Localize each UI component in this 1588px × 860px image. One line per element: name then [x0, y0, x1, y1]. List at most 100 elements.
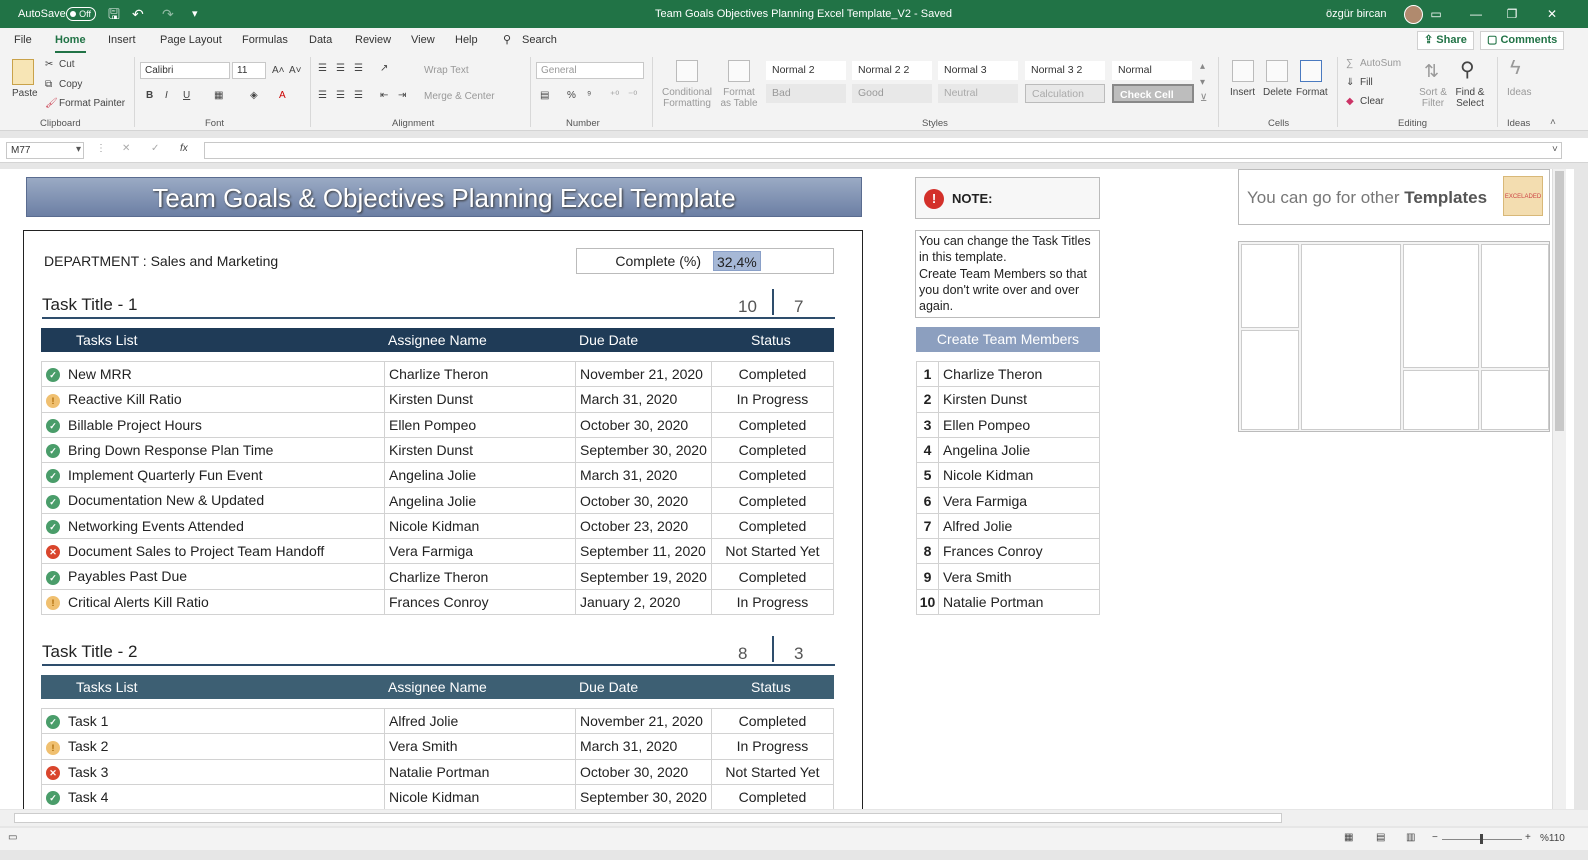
- due-date-cell[interactable]: March 31, 2020: [575, 733, 712, 760]
- table-row[interactable]: ✓ Implement Quarterly Fun Event Angelina J…: [41, 462, 835, 489]
- zoom-out-icon[interactable]: −: [1432, 832, 1438, 843]
- status-cell[interactable]: Completed: [710, 563, 835, 590]
- complete-value[interactable]: 32,4%: [713, 251, 761, 271]
- assignee-cell[interactable]: Nicole Kidman: [384, 783, 576, 809]
- member-row[interactable]: 10 Natalie Portman: [916, 588, 1100, 615]
- style-normal-2-2[interactable]: Normal 2 2: [852, 61, 932, 80]
- assignee-cell[interactable]: Ellen Pompeo: [384, 411, 576, 438]
- assignee-cell[interactable]: Frances Conroy: [384, 588, 576, 615]
- insert-function-icon[interactable]: fx: [180, 143, 188, 154]
- member-name[interactable]: Ellen Pompeo: [938, 411, 1100, 438]
- template-thumbnail[interactable]: [1481, 370, 1549, 430]
- status-cell[interactable]: Not Started Yet: [710, 538, 835, 565]
- cancel-entry-icon[interactable]: ✕: [122, 143, 130, 154]
- format-painter-button[interactable]: Format Painter: [59, 98, 125, 109]
- cut-button[interactable]: Cut: [59, 59, 75, 70]
- style-normal-2[interactable]: Normal 2: [766, 61, 846, 80]
- status-cell[interactable]: Completed: [710, 436, 835, 464]
- delete-cells-icon[interactable]: [1266, 60, 1288, 82]
- status-cell[interactable]: In Progress: [710, 588, 835, 615]
- increase-font-icon[interactable]: A˄: [272, 65, 285, 76]
- member-name[interactable]: Vera Smith: [938, 563, 1100, 590]
- customize-qat-icon[interactable]: ▾: [192, 0, 198, 28]
- styles-scroll-up-icon[interactable]: ▴: [1200, 61, 1205, 72]
- status-cell[interactable]: Completed: [710, 487, 835, 514]
- delete-cells-button[interactable]: Delete: [1263, 87, 1292, 98]
- macro-record-icon[interactable]: ▭: [8, 832, 17, 843]
- member-row[interactable]: 1 Charlize Theron: [916, 360, 1100, 388]
- format-cells-icon[interactable]: [1300, 60, 1322, 82]
- status-cell[interactable]: In Progress: [710, 386, 835, 413]
- redo-icon[interactable]: ↷: [162, 0, 174, 28]
- name-box-dropdown-icon[interactable]: ▾: [76, 144, 81, 155]
- paste-icon[interactable]: [12, 59, 34, 85]
- assignee-cell[interactable]: Alfred Jolie: [384, 707, 576, 735]
- member-row[interactable]: 6 Vera Farmiga: [916, 487, 1100, 514]
- template-thumbnail[interactable]: [1403, 244, 1479, 368]
- task-cell[interactable]: ✓ Bring Down Response Plan Time: [41, 436, 385, 464]
- status-cell[interactable]: Not Started Yet: [710, 758, 835, 785]
- table-row[interactable]: ✓ Bring Down Response Plan Time Kirsten Du…: [41, 436, 835, 464]
- horizontal-scrollbar[interactable]: [0, 810, 1588, 826]
- assignee-cell[interactable]: Kirsten Dunst: [384, 436, 576, 464]
- decrease-font-icon[interactable]: A˅: [289, 65, 302, 76]
- align-right-icon[interactable]: ☰: [354, 90, 363, 101]
- tab-review[interactable]: Review: [355, 28, 391, 53]
- due-date-cell[interactable]: September 11, 2020: [575, 538, 712, 565]
- template-thumbnail[interactable]: [1481, 244, 1549, 368]
- task-cell[interactable]: ✓ New MRR: [41, 360, 385, 388]
- insert-cells-button[interactable]: Insert: [1230, 87, 1255, 98]
- font-name-select[interactable]: Calibri: [140, 62, 230, 79]
- align-left-icon[interactable]: ☰: [318, 90, 327, 101]
- status-cell[interactable]: Completed: [710, 707, 835, 735]
- table-row[interactable]: ✓ Documentation New & Updated Angelina Jol…: [41, 487, 835, 514]
- table-row[interactable]: ! Critical Alerts Kill Ratio Frances Conro…: [41, 588, 835, 615]
- table-row[interactable]: ✓ Billable Project Hours Ellen Pompeo Octob…: [41, 411, 835, 438]
- ribbon-display-icon[interactable]: ▭: [1418, 0, 1454, 28]
- task-cell[interactable]: ✕ Task 3: [41, 758, 385, 785]
- task-cell[interactable]: ! Task 2: [41, 733, 385, 760]
- merge-center-button[interactable]: Merge & Center: [424, 91, 495, 102]
- comments-button[interactable]: ▢ Comments: [1480, 31, 1565, 50]
- task-cell[interactable]: ✕ Document Sales to Project Team Handoff: [41, 538, 385, 565]
- table-row[interactable]: ✓ Task 4 Nicole Kidman September 30, 2020 Co…: [41, 783, 835, 809]
- member-name[interactable]: Nicole Kidman: [938, 462, 1100, 489]
- due-date-cell[interactable]: March 31, 2020: [575, 462, 712, 489]
- member-row[interactable]: 7 Alfred Jolie: [916, 512, 1100, 540]
- search-icon[interactable]: ⚲: [503, 28, 511, 53]
- table-row[interactable]: ✓ New MRR Charlize Theron November 21, 2020…: [41, 360, 835, 388]
- normal-view-icon[interactable]: ▦: [1344, 832, 1353, 843]
- copy-button[interactable]: Copy: [59, 79, 82, 90]
- member-row[interactable]: 5 Nicole Kidman: [916, 462, 1100, 489]
- clear-button[interactable]: Clear: [1360, 96, 1384, 107]
- due-date-cell[interactable]: November 21, 2020: [575, 360, 712, 388]
- close-icon[interactable]: ✕: [1534, 0, 1570, 28]
- table-row[interactable]: ✓ Networking Events Attended Nicole Kidman…: [41, 512, 835, 540]
- comma-style-icon[interactable]: ⁹: [587, 90, 591, 101]
- formula-input[interactable]: [204, 142, 1562, 159]
- wrap-text-button[interactable]: Wrap Text: [424, 65, 469, 76]
- member-name[interactable]: Angelina Jolie: [938, 436, 1100, 464]
- table-row[interactable]: ✓ Task 1 Alfred Jolie November 21, 2020 Comp…: [41, 707, 835, 735]
- member-row[interactable]: 8 Frances Conroy: [916, 538, 1100, 565]
- assignee-cell[interactable]: Kirsten Dunst: [384, 386, 576, 413]
- style-bad[interactable]: Bad: [766, 84, 846, 103]
- style-good[interactable]: Good: [852, 84, 932, 103]
- template-thumbnail[interactable]: [1241, 330, 1299, 430]
- fill-button[interactable]: Fill: [1360, 77, 1373, 88]
- status-cell[interactable]: Completed: [710, 783, 835, 809]
- format-painter-icon[interactable]: 🖌: [45, 98, 58, 109]
- align-middle-icon[interactable]: ☰: [336, 63, 345, 74]
- task-cell[interactable]: ✓ Task 1: [41, 707, 385, 735]
- search-box[interactable]: Search: [522, 28, 557, 53]
- fill-color-icon[interactable]: ◈: [250, 90, 258, 101]
- task-cell[interactable]: ✓ Networking Events Attended: [41, 512, 385, 540]
- autosave-toggle[interactable]: Off: [66, 7, 96, 22]
- tab-help[interactable]: Help: [455, 28, 478, 53]
- assignee-cell[interactable]: Angelina Jolie: [384, 462, 576, 489]
- tab-formulas[interactable]: Formulas: [242, 28, 288, 53]
- conditional-formatting-button[interactable]: Conditional Formatting: [660, 87, 714, 109]
- task-cell[interactable]: ✓ Task 4: [41, 783, 385, 809]
- increase-indent-icon[interactable]: ⇥: [398, 90, 406, 101]
- paste-button[interactable]: Paste: [12, 88, 38, 99]
